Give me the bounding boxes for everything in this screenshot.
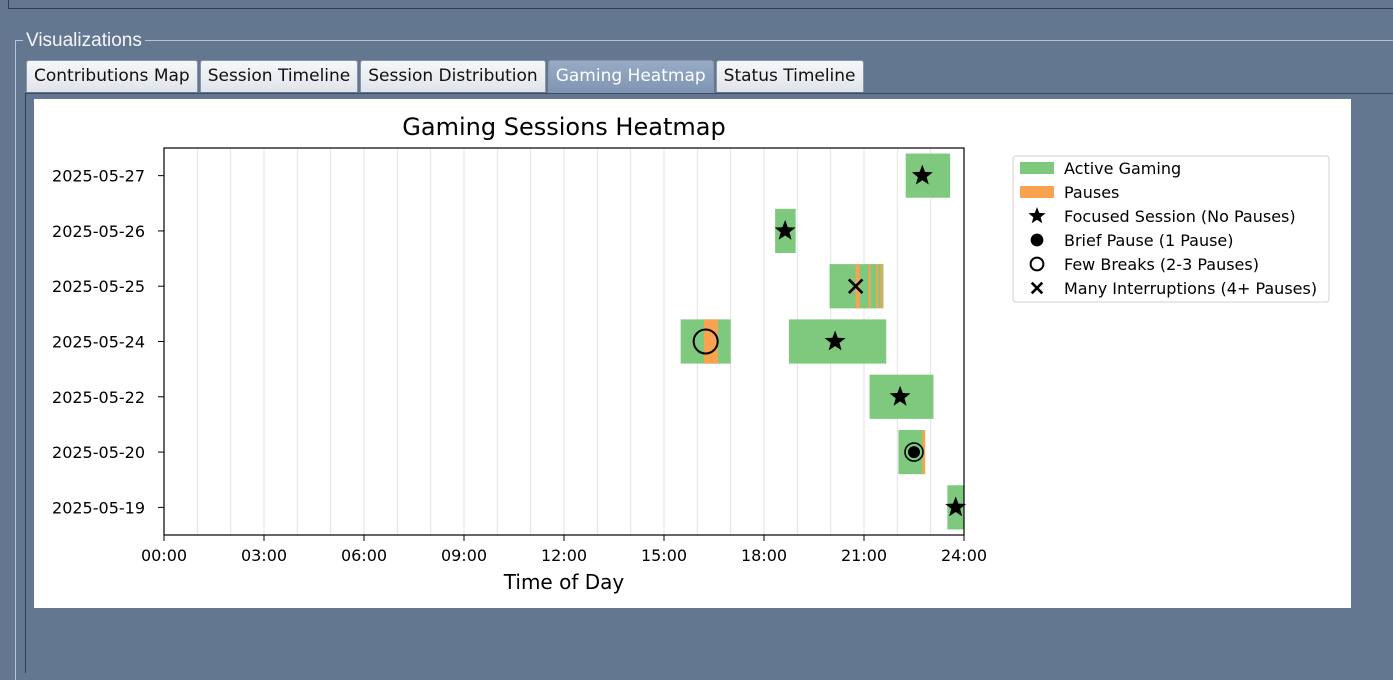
- legend-label: Few Breaks (2-3 Pauses): [1064, 255, 1259, 274]
- y-tick-label: 2025-05-22: [52, 388, 145, 407]
- x-tick-label: 03:00: [241, 546, 287, 565]
- legend-swatch-pause: [1020, 186, 1054, 198]
- plot-panel: Gaming Sessions Heatmap 2025-05-27 2025-0…: [34, 99, 1351, 608]
- x-tick-label: 09:00: [441, 546, 487, 565]
- y-tick-label: 2025-05-24: [52, 333, 145, 352]
- legend-label: Active Gaming: [1064, 159, 1181, 178]
- y-tick-label: 2025-05-19: [52, 498, 145, 517]
- x-tick-label: 21:00: [841, 546, 887, 565]
- session-marker-filled-circle: [908, 446, 920, 459]
- tab-gaming-heatmap[interactable]: Gaming Heatmap: [547, 60, 714, 93]
- pause-bar: [704, 319, 718, 364]
- y-tick-label: 2025-05-20: [52, 443, 145, 462]
- x-tick-label: 06:00: [341, 546, 387, 565]
- legend-label: Focused Session (No Pauses): [1064, 207, 1296, 226]
- visualization-tabs: Contributions Map Session Timeline Sessi…: [26, 60, 866, 93]
- pause-bar: [868, 264, 871, 309]
- legend-label: Pauses: [1064, 183, 1119, 202]
- tab-contributions-map[interactable]: Contributions Map: [26, 60, 198, 92]
- heatmap-chart: Gaming Sessions Heatmap 2025-05-27 2025-0…: [52, 113, 1330, 594]
- y-tick-label: 2025-05-26: [52, 222, 145, 241]
- top-panel-edge: [8, 0, 1393, 9]
- legend-label: Many Interruptions (4+ Pauses): [1064, 279, 1317, 298]
- legend-marker-filled-circle: [1030, 233, 1044, 247]
- pause-bar: [880, 264, 883, 309]
- x-tick-label: 00:00: [141, 546, 187, 565]
- legend-label: Brief Pause (1 Pause): [1064, 231, 1234, 250]
- y-tick-label: 2025-05-27: [52, 167, 145, 186]
- legend-swatch-active: [1020, 162, 1054, 174]
- tab-status-timeline[interactable]: Status Timeline: [715, 60, 864, 92]
- x-tick-label: 15:00: [641, 546, 687, 565]
- x-tick-label: 12:00: [541, 546, 587, 565]
- x-tick-label: 18:00: [741, 546, 787, 565]
- y-tick-label: 2025-05-25: [52, 277, 145, 296]
- tab-session-timeline[interactable]: Session Timeline: [199, 60, 359, 92]
- x-tick-label: 24:00: [941, 546, 987, 565]
- x-axis-label: Time of Day: [503, 570, 625, 594]
- pause-bar: [876, 264, 879, 309]
- chart-title: Gaming Sessions Heatmap: [402, 113, 725, 141]
- visualizations-group-title: Visualizations: [23, 29, 145, 53]
- tab-session-distribution[interactable]: Session Distribution: [360, 60, 546, 92]
- chart-legend: Active Gaming Pauses Focused Session (No P…: [1012, 155, 1330, 303]
